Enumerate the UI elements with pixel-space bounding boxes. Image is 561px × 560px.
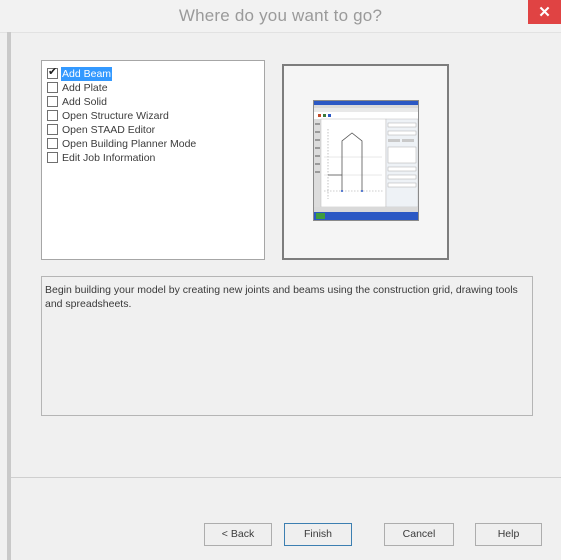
checkbox[interactable] xyxy=(47,124,58,135)
back-button[interactable]: < Back xyxy=(204,523,272,546)
description-box: Begin building your model by creating ne… xyxy=(41,276,533,416)
option-label: Open STAAD Editor xyxy=(62,124,156,136)
option-label: Add Beam xyxy=(61,67,113,81)
help-button[interactable]: Help xyxy=(475,523,542,546)
checkbox[interactable] xyxy=(47,152,58,163)
finish-button[interactable]: Finish xyxy=(284,523,352,546)
description-text: Begin building your model by creating ne… xyxy=(45,284,518,310)
window-frame-left xyxy=(7,32,11,560)
option-label: Add Solid xyxy=(62,96,107,108)
checkbox[interactable] xyxy=(47,138,58,149)
checkmark-icon: ✔ xyxy=(48,66,58,78)
preview-screenshot-image xyxy=(313,100,419,221)
checkbox[interactable]: ✔ xyxy=(47,66,58,79)
checkbox[interactable] xyxy=(47,110,58,121)
checkbox[interactable] xyxy=(47,82,58,93)
close-icon: ✕ xyxy=(538,4,551,21)
option-label: Open Building Planner Mode xyxy=(62,138,197,150)
close-button[interactable]: ✕ xyxy=(528,0,561,24)
option-label: Add Plate xyxy=(62,82,108,94)
cancel-button[interactable]: Cancel xyxy=(384,523,454,546)
preview-panel xyxy=(282,64,449,260)
title-bar: Where do you want to go? ✕ xyxy=(0,0,561,33)
options-list[interactable]: ✔ Add Beam Add Plate Add Solid Open Stru… xyxy=(41,60,265,260)
separator-line xyxy=(11,477,561,478)
dialog-title: Where do you want to go? xyxy=(178,6,383,25)
structure-preview-icon xyxy=(314,101,419,220)
option-label: Open Structure Wizard xyxy=(62,110,169,122)
option-label: Edit Job Information xyxy=(62,152,156,164)
checkbox[interactable] xyxy=(47,96,58,107)
